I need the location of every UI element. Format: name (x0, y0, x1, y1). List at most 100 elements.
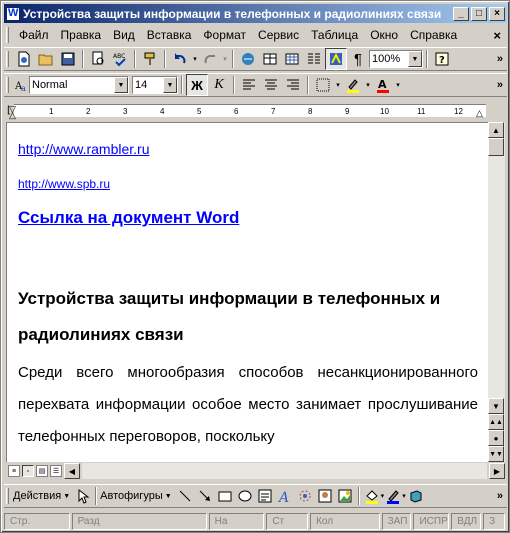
line-tool-icon[interactable] (175, 485, 195, 507)
spelling-icon[interactable]: ABC (109, 48, 131, 70)
title-bar[interactable]: Устройства защиты информации в телефонны… (4, 4, 507, 23)
highlight-icon[interactable] (342, 74, 364, 96)
minimize-button[interactable]: _ (453, 6, 469, 21)
font-color-icon[interactable]: A (372, 74, 394, 96)
menu-edit[interactable]: Правка (55, 28, 108, 42)
borders-icon[interactable] (312, 74, 334, 96)
style-dropdown-icon[interactable]: ▼ (114, 77, 128, 93)
toolbar-grip[interactable] (6, 488, 9, 504)
menu-grip[interactable] (6, 27, 9, 43)
word-app-icon[interactable] (6, 6, 20, 21)
hyperlink-word-document[interactable]: Ссылка на документ Word (18, 208, 239, 228)
clip-art-icon[interactable] (315, 485, 335, 507)
select-browse-object-icon[interactable]: ● (488, 430, 504, 446)
font-color-dropdown-icon[interactable]: ▾ (394, 74, 402, 96)
vertical-scrollbar[interactable]: ▲ ▼ ▲▲ ● ▼▼ (488, 122, 505, 462)
hyperlink-spb[interactable]: http://www.spb.ru (18, 177, 110, 191)
highlight-dropdown-icon[interactable]: ▾ (364, 74, 372, 96)
document-area[interactable]: http://www.rambler.ru http://www.spb.ru … (6, 122, 488, 462)
menu-table[interactable]: Таблица (305, 28, 364, 42)
align-left-icon[interactable] (238, 74, 260, 96)
horizontal-scroll-track[interactable] (82, 463, 487, 479)
menu-format[interactable]: Формат (197, 28, 252, 42)
arrow-tool-icon[interactable] (195, 485, 215, 507)
open-folder-icon[interactable] (35, 48, 57, 70)
toolbar-options-icon[interactable]: » (497, 53, 503, 65)
rectangle-tool-icon[interactable] (215, 485, 235, 507)
autoshapes-menu[interactable]: Автофигуры (100, 490, 163, 502)
outline-view-icon[interactable]: ☰ (50, 465, 62, 477)
fill-color-icon[interactable] (363, 485, 381, 507)
undo-dropdown-icon[interactable]: ▾ (191, 48, 199, 70)
maximize-button[interactable]: □ (471, 6, 487, 21)
help-icon[interactable]: ? (431, 48, 453, 70)
style-select[interactable]: Normal ▼ (29, 76, 129, 94)
diagram-icon[interactable] (295, 485, 315, 507)
menu-view[interactable]: Вид (107, 28, 141, 42)
save-icon[interactable] (57, 48, 79, 70)
previous-page-icon[interactable]: ▲▲ (488, 414, 504, 430)
vertical-scroll-thumb[interactable] (488, 138, 504, 156)
toolbar-options-icon[interactable]: » (497, 79, 503, 91)
hyperlink-rambler[interactable]: http://www.rambler.ru (18, 141, 150, 157)
zoom-select[interactable]: 100% ▼ (369, 50, 423, 68)
align-right-icon[interactable] (282, 74, 304, 96)
scroll-right-icon[interactable]: ▶ (489, 463, 505, 479)
columns-icon[interactable] (303, 48, 325, 70)
oval-tool-icon[interactable] (235, 485, 255, 507)
menu-tools[interactable]: Сервис (252, 28, 305, 42)
status-track-changes[interactable]: ИСПР (413, 512, 450, 530)
autoshapes-dropdown-icon[interactable]: ▼ (165, 493, 172, 500)
toolbar-options-icon[interactable]: » (497, 490, 503, 502)
print-preview-icon[interactable] (87, 48, 109, 70)
ruler-strip[interactable]: ▽ △ 1 2 3 4 5 6 7 8 9 10 11 12 △ (9, 104, 486, 120)
line-color-icon[interactable] (384, 485, 402, 507)
close-document-icon[interactable]: × (493, 28, 501, 43)
italic-button[interactable]: К (208, 74, 230, 96)
redo-icon[interactable] (199, 48, 221, 70)
redo-dropdown-icon[interactable]: ▾ (221, 48, 229, 70)
font-size-dropdown-icon[interactable]: ▼ (163, 77, 177, 93)
scroll-up-icon[interactable]: ▲ (488, 122, 504, 138)
font-size-select[interactable]: 14 ▼ (132, 76, 178, 94)
actions-menu[interactable]: Действия (13, 490, 61, 502)
picture-icon[interactable] (335, 485, 355, 507)
new-document-icon[interactable] (13, 48, 35, 70)
select-objects-icon[interactable] (74, 485, 92, 507)
horizontal-ruler[interactable]: ⌊ ▽ △ 1 2 3 4 5 6 7 8 9 10 11 12 △ (4, 102, 507, 120)
print-layout-view-icon[interactable]: ▤ (36, 465, 48, 477)
toolbar-grip[interactable] (6, 51, 9, 67)
align-center-icon[interactable] (260, 74, 282, 96)
tables-borders-icon[interactable] (259, 48, 281, 70)
wordart-icon[interactable]: A (275, 485, 295, 507)
toolbar-grip[interactable] (6, 77, 9, 93)
menu-window[interactable]: Окно (364, 28, 404, 42)
styles-icon[interactable]: Aa (13, 74, 29, 96)
status-extend[interactable]: ВДЛ (451, 512, 482, 530)
normal-view-icon[interactable]: ≡ (8, 465, 20, 477)
hanging-indent-icon[interactable]: △ (9, 110, 16, 121)
drawing-toolbar-icon[interactable] (325, 48, 347, 70)
actions-dropdown-icon[interactable]: ▼ (63, 493, 70, 500)
insert-table-icon[interactable] (281, 48, 303, 70)
bold-button[interactable]: Ж (186, 74, 208, 96)
show-formatting-icon[interactable]: ¶ (347, 48, 369, 70)
close-button[interactable]: × (489, 6, 505, 21)
next-page-icon[interactable]: ▼▼ (488, 446, 504, 462)
3d-icon[interactable] (406, 485, 424, 507)
web-layout-view-icon[interactable]: ▫ (22, 465, 34, 477)
scroll-left-icon[interactable]: ◀ (64, 463, 80, 479)
menu-insert[interactable]: Вставка (141, 28, 198, 42)
menu-help[interactable]: Справка (404, 28, 463, 42)
scroll-down-icon[interactable]: ▼ (488, 398, 504, 414)
menu-file[interactable]: Файл (13, 28, 55, 42)
zoom-dropdown-icon[interactable]: ▼ (408, 51, 422, 67)
hyperlink-icon[interactable] (237, 48, 259, 70)
format-painter-icon[interactable] (139, 48, 161, 70)
borders-dropdown-icon[interactable]: ▾ (334, 74, 342, 96)
status-overtype[interactable]: З (483, 512, 506, 530)
undo-icon[interactable] (169, 48, 191, 70)
right-indent-icon[interactable]: △ (476, 108, 483, 119)
text-box-icon[interactable] (255, 485, 275, 507)
status-record[interactable]: ЗАП (381, 512, 412, 530)
